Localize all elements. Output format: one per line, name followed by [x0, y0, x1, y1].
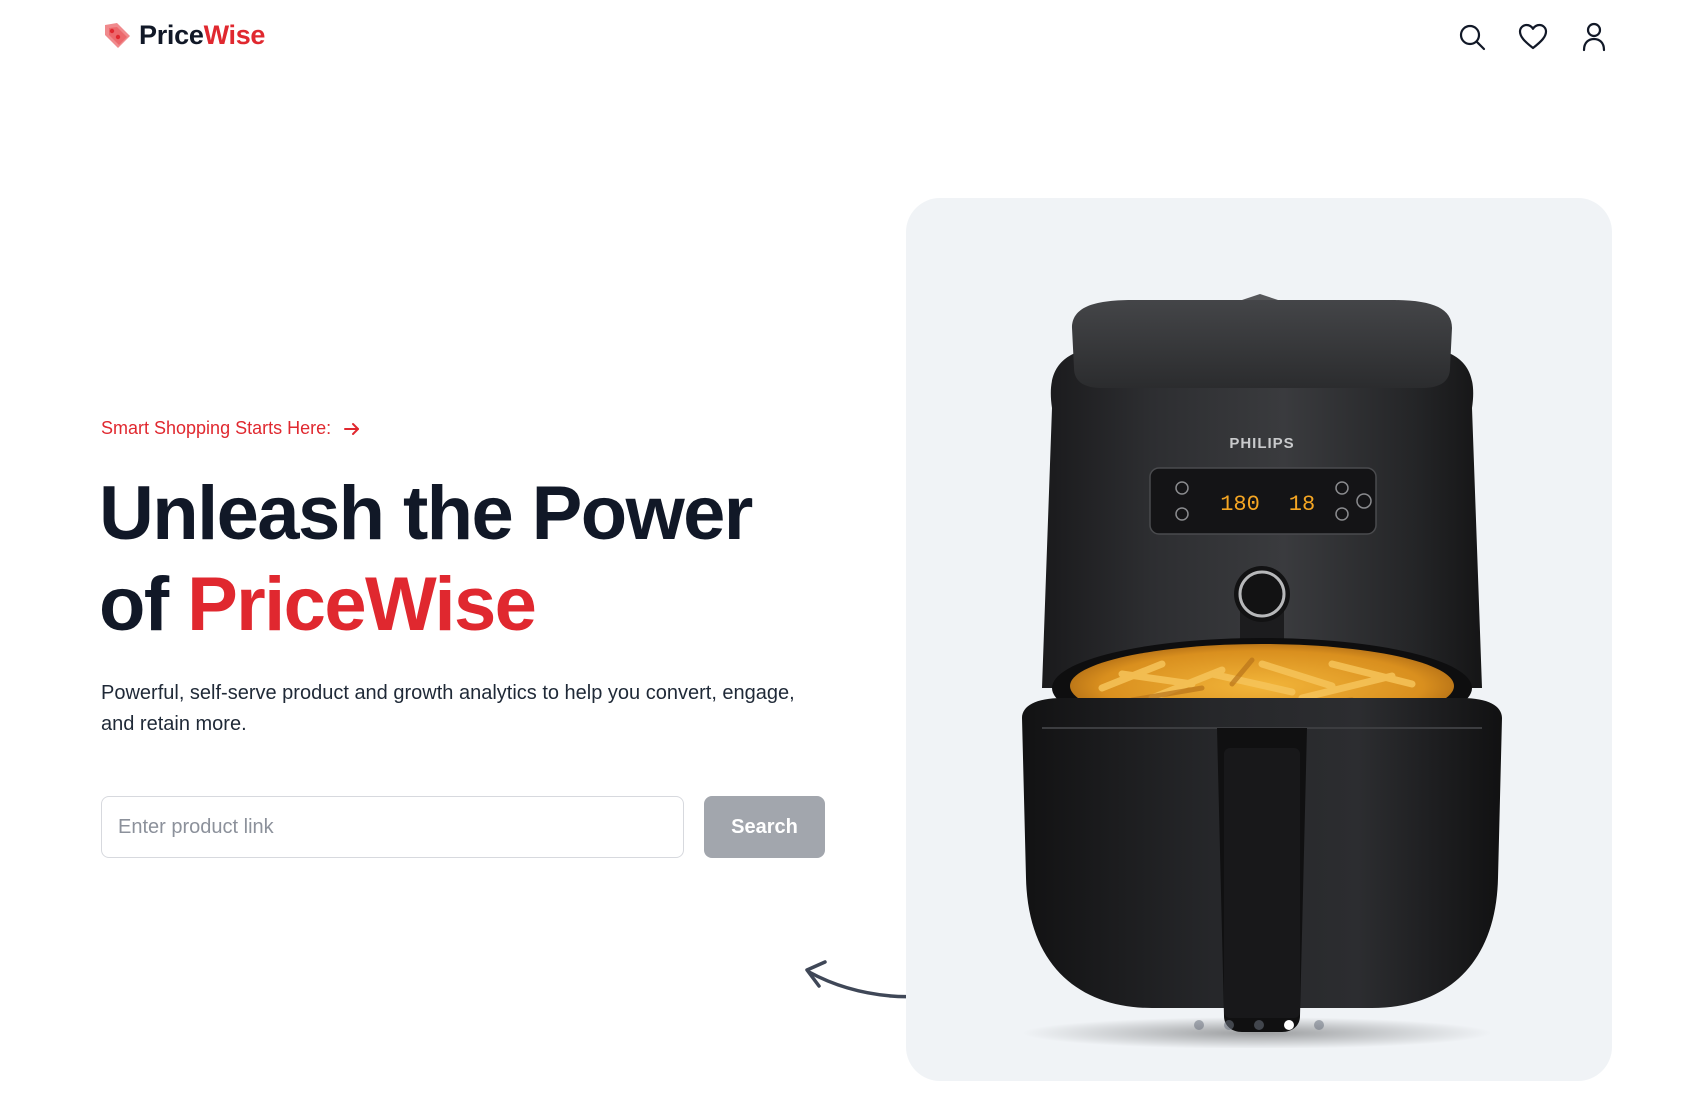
fryer-brand-label: PHILIPS [1229, 435, 1294, 452]
search-button[interactable]: Search [704, 796, 825, 858]
headline-of: of [99, 562, 169, 647]
user-icon[interactable] [1578, 21, 1610, 53]
fryer-display-temp: 180 [1220, 492, 1260, 517]
product-search-form: Search [101, 796, 825, 858]
page: PriceWise Smart Shopping Starts Here: Un… [0, 0, 1698, 1111]
fryer-display-time: 18 [1289, 492, 1315, 517]
brand-name: PriceWise [139, 19, 266, 50]
nav-actions [1456, 21, 1610, 53]
headline-line1: Unleash the Power [99, 471, 753, 556]
search-icon[interactable] [1456, 21, 1488, 53]
price-tag-icon [105, 23, 130, 48]
product-showcase-card: PHILIPS 180 18 [906, 198, 1612, 1081]
carousel-indicators [906, 1020, 1612, 1030]
navbar: PriceWise [0, 0, 1698, 78]
carousel-dot-1[interactable] [1194, 1020, 1204, 1030]
carousel-dot-2[interactable] [1224, 1020, 1234, 1030]
heart-icon[interactable] [1517, 21, 1549, 53]
carousel-dot-4[interactable] [1284, 1020, 1294, 1030]
hero-description: Powerful, self-serve product and growth … [101, 682, 795, 735]
product-link-input[interactable] [101, 796, 684, 858]
tagline-text: Smart Shopping Starts Here: [101, 418, 332, 438]
brand-name-part1: Price [139, 19, 204, 50]
hero-tagline: Smart Shopping Starts Here: [101, 418, 361, 439]
carousel-dot-3[interactable] [1254, 1020, 1264, 1030]
headline-brand: PriceWise [187, 562, 537, 647]
arrow-right-icon [344, 422, 360, 435]
hero-headline: Unleash the Power of PriceWise [99, 468, 819, 650]
air-fryer-image: PHILIPS 180 18 [1022, 294, 1502, 1048]
carousel-dot-5[interactable] [1314, 1020, 1324, 1030]
brand-name-part2: Wise [203, 19, 266, 50]
brand-logo[interactable]: PriceWise [101, 19, 265, 51]
